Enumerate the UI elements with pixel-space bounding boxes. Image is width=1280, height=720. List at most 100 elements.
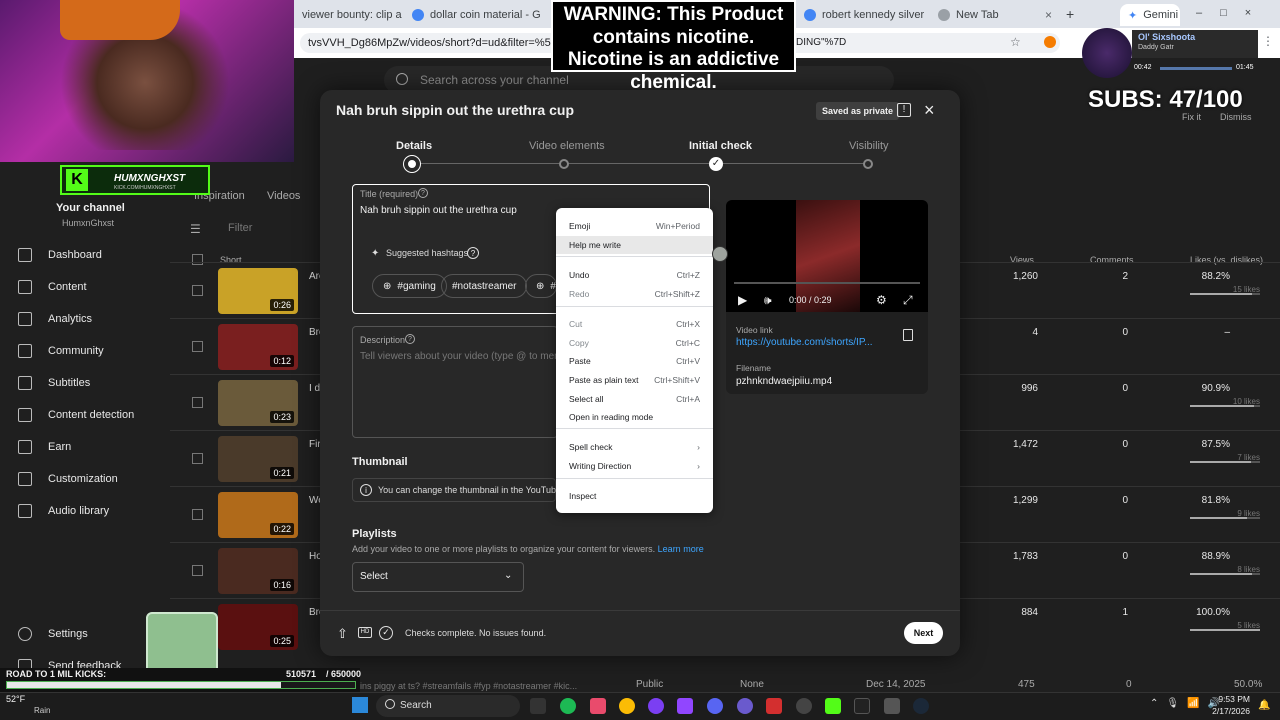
- sidebar-item-analytics[interactable]: Analytics: [0, 303, 170, 335]
- sidebar-item-dashboard[interactable]: Dashboard: [0, 239, 170, 271]
- hashtag-chip[interactable]: #notastreamer: [441, 274, 528, 298]
- gear-icon[interactable]: ⚙: [876, 293, 887, 307]
- new-tab-button[interactable]: +: [1066, 6, 1074, 22]
- menu-item-shortcut: Ctrl+V: [676, 356, 700, 366]
- title-input[interactable]: Nah bruh sippin out the urethra cup: [360, 205, 517, 216]
- menu-item-emoji[interactable]: Emoji Win+Period: [556, 217, 713, 235]
- sidebar-item-community[interactable]: Community: [0, 335, 170, 367]
- video-thumbnail[interactable]: 0:25: [218, 604, 298, 650]
- menu-item-cut[interactable]: Cut Ctrl+X: [556, 315, 713, 333]
- menu-item-help-me-write[interactable]: Help me write: [556, 236, 713, 254]
- gemini-icon: ✦: [1128, 9, 1138, 22]
- close-icon[interactable]: ×: [1045, 8, 1052, 22]
- close-icon[interactable]: ×: [924, 100, 935, 121]
- kick-icon[interactable]: [825, 698, 841, 714]
- row-likes: 88.2%: [1201, 271, 1230, 282]
- chrome-icon[interactable]: [619, 698, 635, 714]
- filter-input[interactable]: Filter: [228, 222, 252, 234]
- video-thumbnail[interactable]: 0:16: [218, 548, 298, 594]
- discord-icon[interactable]: [707, 698, 723, 714]
- sidebar-item-settings[interactable]: Settings: [0, 618, 170, 650]
- play-icon[interactable]: ▶: [738, 293, 747, 307]
- menu-icon[interactable]: ⋮: [1262, 34, 1274, 48]
- video-thumbnail[interactable]: 0:23: [218, 380, 298, 426]
- browser-tab[interactable]: New Tab ×: [930, 4, 1060, 26]
- spotify-icon[interactable]: [560, 698, 576, 714]
- row-checkbox[interactable]: [192, 341, 203, 352]
- filter-icon[interactable]: ☰: [190, 222, 201, 236]
- feedback-icon[interactable]: !: [897, 103, 911, 117]
- menu-item-paste-as-plain-text[interactable]: Paste as plain text Ctrl+Shift+V: [556, 371, 713, 389]
- fullscreen-icon[interactable]: ⤢: [903, 293, 913, 308]
- window-controls[interactable]: –□×: [1196, 7, 1269, 19]
- step-initial-check[interactable]: Initial check: [689, 140, 752, 152]
- sidebar-item-content-detection[interactable]: Content detection: [0, 399, 170, 431]
- gemini-tab[interactable]: ✦ Gemini: [1120, 4, 1180, 26]
- extension-icon[interactable]: [1044, 36, 1056, 48]
- chrome-icon: [938, 9, 950, 21]
- menu-item-copy[interactable]: Copy Ctrl+C: [556, 334, 713, 352]
- hashtag-chip[interactable]: ⊕#k: [525, 274, 557, 298]
- menu-item-undo[interactable]: Undo Ctrl+Z: [556, 266, 713, 284]
- sidebar-item-subtitles[interactable]: Subtitles: [0, 367, 170, 399]
- taskbar-search[interactable]: Search: [376, 695, 520, 717]
- next-button[interactable]: Next: [904, 622, 943, 644]
- notification-icon[interactable]: 🔔: [1258, 700, 1270, 711]
- learn-more-link[interactable]: Learn more: [658, 544, 704, 554]
- check-icon: ✓: [709, 157, 723, 171]
- menu-item-redo[interactable]: Redo Ctrl+Shift+Z: [556, 285, 713, 303]
- help-icon[interactable]: ?: [405, 334, 415, 344]
- row-checkbox[interactable]: [192, 285, 203, 296]
- sidebar-item-content[interactable]: Content: [0, 271, 170, 303]
- music-icon[interactable]: [590, 698, 606, 714]
- hashtag-chip[interactable]: ⊕ #gaming: [372, 274, 447, 298]
- sidebar-item-audio-library[interactable]: Audio library: [0, 495, 170, 527]
- search-placeholder: Search across your channel: [420, 73, 569, 87]
- menu-item-inspect[interactable]: Inspect: [556, 487, 713, 505]
- steam-icon[interactable]: [913, 698, 929, 714]
- app-icon[interactable]: [884, 698, 900, 714]
- video-thumbnail[interactable]: 0:26: [218, 268, 298, 314]
- step-video-elements[interactable]: Video elements: [529, 140, 605, 152]
- browser-tab[interactable]: robert kennedy silver co×: [796, 4, 926, 26]
- menu-item-paste[interactable]: Paste Ctrl+V: [556, 352, 713, 370]
- video-thumbnail[interactable]: 0:22: [218, 492, 298, 538]
- row-likes: –: [1224, 327, 1230, 338]
- search-icon: [396, 73, 408, 85]
- bookmark-star-icon[interactable]: ☆: [1010, 35, 1021, 49]
- menu-item-writing-direction[interactable]: Writing Direction ›: [556, 457, 713, 475]
- copy-icon[interactable]: [903, 329, 913, 341]
- sidebar-item-earn[interactable]: Earn: [0, 431, 170, 463]
- video-progress[interactable]: [734, 282, 920, 284]
- windows-start-icon[interactable]: [352, 697, 368, 713]
- duration-badge: 0:23: [270, 411, 294, 423]
- likes-ratio-fill: [1190, 405, 1254, 407]
- kick-logo-icon: K: [66, 169, 88, 191]
- video-thumbnail[interactable]: 0:12: [218, 324, 298, 370]
- menu-item-spell-check[interactable]: Spell check ›: [556, 438, 713, 456]
- volume-icon[interactable]: 🕪: [764, 293, 772, 308]
- terminal-icon[interactable]: [854, 698, 870, 714]
- row-checkbox[interactable]: [192, 453, 203, 464]
- task-view-icon[interactable]: [530, 698, 546, 714]
- sidebar-item-customization[interactable]: Customization: [0, 463, 170, 495]
- tab-videos[interactable]: Videos: [267, 190, 300, 202]
- row-checkbox[interactable]: [192, 397, 203, 408]
- row-checkbox[interactable]: [192, 509, 203, 520]
- obs-icon[interactable]: [796, 698, 812, 714]
- help-icon[interactable]: ?: [467, 247, 479, 259]
- row-checkbox[interactable]: [192, 565, 203, 576]
- menu-item-select-all[interactable]: Select all Ctrl+A: [556, 390, 713, 408]
- video-link[interactable]: https://youtube.com/shorts/IP...: [736, 337, 873, 348]
- step-visibility[interactable]: Visibility: [849, 140, 889, 152]
- browser-tab[interactable]: dollar coin material - G×: [404, 4, 540, 26]
- help-icon[interactable]: ?: [418, 188, 428, 198]
- app-icon[interactable]: [766, 698, 782, 714]
- menu-item-open-in-reading-mode[interactable]: Open in reading mode: [556, 408, 713, 426]
- app-icon[interactable]: [648, 698, 664, 714]
- twitch-icon[interactable]: [677, 698, 693, 714]
- video-thumbnail[interactable]: 0:21: [218, 436, 298, 482]
- browser-tab[interactable]: viewer bounty: clip a 3 ×: [294, 4, 404, 26]
- app-icon[interactable]: [737, 698, 753, 714]
- step-details[interactable]: Details: [396, 140, 432, 152]
